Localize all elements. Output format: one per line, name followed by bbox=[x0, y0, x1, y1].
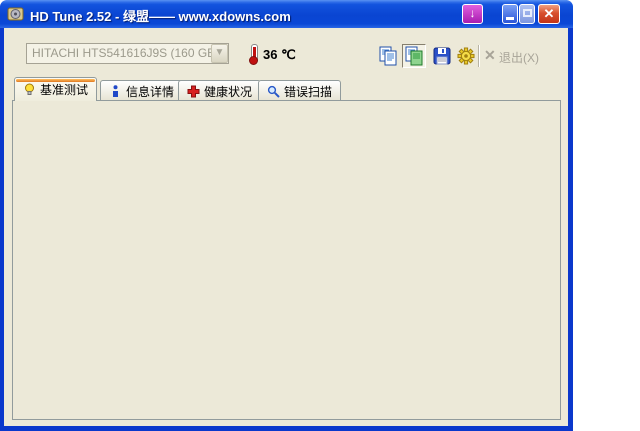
tab-label: 信息详情 bbox=[126, 84, 175, 99]
tab-info[interactable]: 信息详情 bbox=[100, 80, 184, 101]
exit-icon: ✕ bbox=[484, 47, 496, 63]
save-icon[interactable] bbox=[432, 46, 452, 66]
options-icon[interactable] bbox=[456, 46, 476, 66]
thermometer-icon bbox=[249, 44, 258, 65]
tab-scan[interactable]: 错误扫描 bbox=[258, 80, 342, 101]
titlebar: HD Tune 2.52 - 绿盟—— www.xdowns.com ↓ ✕ bbox=[0, 0, 573, 28]
maximize-button[interactable] bbox=[519, 4, 535, 24]
chevron-down-icon[interactable]: ▼ bbox=[211, 44, 228, 63]
tab-benchmark[interactable]: 基准测试 bbox=[14, 77, 98, 101]
temperature-readout: 36 ℃ bbox=[263, 47, 296, 62]
benchmark-page bbox=[12, 100, 561, 420]
copy-icon[interactable] bbox=[378, 46, 398, 66]
screenshot-canvas: HD Tune 2.52 - 绿盟—— www.xdowns.com ↓ ✕ H… bbox=[0, 0, 640, 431]
tab-health[interactable]: 健康状况 bbox=[178, 80, 262, 101]
toolbar-separator bbox=[478, 45, 480, 67]
drive-select-dropdown[interactable]: HITACHI HTS541616J9S (160 GB) bbox=[26, 43, 229, 64]
tab-label: 基准测试 bbox=[40, 83, 89, 97]
tab-label: 错误扫描 bbox=[284, 84, 333, 99]
hdtune-window: HD Tune 2.52 - 绿盟—— www.xdowns.com ↓ ✕ H… bbox=[0, 0, 573, 431]
close-button[interactable]: ✕ bbox=[538, 4, 560, 24]
maximize-icon bbox=[523, 9, 532, 17]
tab-label: 健康状况 bbox=[204, 84, 253, 99]
copy-screenshot-button[interactable] bbox=[402, 44, 426, 68]
download-button[interactable]: ↓ bbox=[462, 4, 483, 24]
copy-screenshot-icon bbox=[405, 46, 423, 66]
health-cross-icon bbox=[187, 85, 200, 97]
lightbulb-icon bbox=[25, 83, 34, 95]
info-icon bbox=[113, 84, 118, 97]
window-title: HD Tune 2.52 - 绿盟—— www.xdowns.com bbox=[30, 9, 291, 24]
app-icon bbox=[7, 7, 24, 21]
magnifier-icon bbox=[267, 85, 280, 98]
minimize-icon bbox=[506, 17, 514, 20]
exit-button[interactable]: 退出(X) bbox=[499, 49, 539, 66]
minimize-button[interactable] bbox=[502, 4, 518, 24]
